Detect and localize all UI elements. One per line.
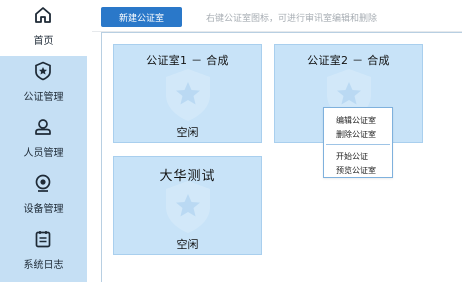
sidebar-item-label: 系统日志: [23, 260, 64, 271]
menu-item-edit-room[interactable]: 编辑公证室: [336, 115, 376, 126]
shield-watermark-icon: [165, 181, 210, 233]
room-title: 公证室2 － 合成: [307, 54, 390, 67]
sidebar-item-home[interactable]: 首页: [0, 0, 87, 56]
sidebar: 首页 公证管理 人员管理 设备管理 系统日志: [0, 0, 87, 282]
new-room-button[interactable]: 新建公证室: [101, 7, 182, 27]
shield-watermark-icon: [165, 69, 210, 121]
log-icon: [31, 228, 55, 250]
menu-separator: [326, 144, 390, 145]
menu-item-delete-room[interactable]: 删除公证室: [336, 129, 376, 140]
sidebar-item-label: 公证管理: [23, 92, 64, 103]
context-menu: 编辑公证室 删除公证室 开始公证 预览公证室: [323, 107, 393, 178]
menu-item-preview-room[interactable]: 预览公证室: [336, 165, 376, 176]
sidebar-item-notary[interactable]: 公证管理: [0, 56, 87, 112]
sidebar-item-label: 设备管理: [23, 204, 64, 215]
room-status: 空闲: [176, 238, 199, 251]
app-window: 首页 公证管理 人员管理 设备管理 系统日志 新建公证室 右键公证室图标，可进行…: [0, 0, 462, 282]
person-icon: [31, 116, 55, 138]
camera-icon: [31, 172, 55, 194]
room-title: 公证室1 － 合成: [146, 54, 229, 67]
home-icon: [31, 4, 55, 26]
sidebar-item-label: 首页: [33, 36, 54, 47]
room-card[interactable]: 公证室1 － 合成 空闲: [113, 44, 262, 143]
sidebar-item-label: 人员管理: [23, 148, 64, 159]
room-card[interactable]: 大华测试 空闲: [113, 156, 262, 255]
hint-text: 右键公证室图标，可进行审讯室编辑和删除: [206, 14, 378, 24]
sidebar-item-personnel[interactable]: 人员管理: [0, 112, 87, 168]
sidebar-item-devices[interactable]: 设备管理: [0, 168, 87, 224]
sidebar-item-logs[interactable]: 系统日志: [0, 224, 87, 280]
room-status: 空闲: [176, 126, 199, 139]
menu-item-start-notary[interactable]: 开始公证: [336, 151, 368, 162]
badge-star-icon: [31, 60, 55, 82]
